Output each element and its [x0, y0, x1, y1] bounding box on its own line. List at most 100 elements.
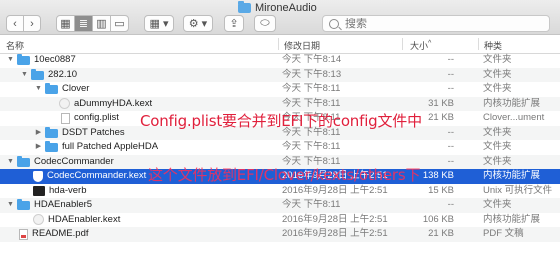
file-row[interactable]: hda-verb 2016年9月28日 上午2:51 15 KB Unix 可执…	[0, 184, 560, 199]
file-size: 138 KB	[422, 170, 454, 181]
kext-icon	[33, 170, 43, 182]
column-date-header[interactable]: 修改日期	[284, 39, 320, 52]
file-size: --	[447, 155, 454, 167]
column-size-header[interactable]: 大小	[410, 39, 428, 52]
file-kind: 文件夹	[483, 199, 512, 210]
tag-icon: ⬭	[260, 17, 270, 29]
column-divider	[278, 38, 279, 50]
file-name: full Patched AppleHDA	[62, 141, 159, 152]
tags-button[interactable]: ⬭	[254, 15, 276, 32]
file-size: --	[447, 68, 454, 80]
disclosure-closed-icon[interactable]: ▶	[34, 143, 43, 152]
file-size: --	[447, 126, 454, 138]
file-kind: 文件夹	[483, 155, 512, 167]
folder-icon	[238, 1, 251, 13]
file-date: 今天 下午8:11	[282, 199, 341, 210]
file-row[interactable]: ▼ CodecCommander 今天 下午8:11 -- 文件夹	[0, 154, 560, 169]
file-name: Clover	[62, 83, 90, 94]
kext-icon	[33, 214, 44, 226]
file-kind: Unix 可执行文件	[483, 184, 553, 196]
list-view-button[interactable]: ≣	[74, 15, 93, 32]
disclosure-open-icon[interactable]: ▼	[6, 201, 15, 210]
file-kind: 内核功能扩展	[483, 170, 541, 181]
file-row[interactable]: ▶ DSDT Patches 今天 下午8:11 -- 文件夹	[0, 125, 560, 140]
file-row[interactable]: ▼ 10ec0887 今天 下午8:14 -- 文件夹	[0, 53, 560, 68]
file-date: 今天 下午8:11	[282, 126, 341, 138]
icon-view-button[interactable]: ▦	[56, 15, 75, 32]
file-row[interactable]: config.plist 今天 下午8:11 21 KB Clover...um…	[0, 111, 560, 126]
file-date: 今天 下午8:11	[282, 112, 341, 123]
search-input[interactable]	[345, 17, 535, 30]
gallery-icon: ▭	[114, 18, 125, 30]
gear-icon: ⚙ ▾	[188, 18, 208, 30]
file-date: 今天 下午8:14	[282, 54, 342, 65]
file-date: 2016年9月28日 上午2:51	[282, 184, 388, 196]
disclosure-open-icon[interactable]: ▼	[20, 70, 29, 79]
folder-icon	[17, 155, 30, 167]
file-row[interactable]: HDAEnabler.kext 2016年9月28日 上午2:51 106 KB…	[0, 213, 560, 228]
file-name: 282.10	[48, 68, 78, 80]
columns-icon: ▥	[96, 18, 107, 30]
forward-button[interactable]: ›	[23, 15, 41, 32]
column-divider	[478, 38, 479, 50]
chevron-left-icon: ‹	[13, 17, 17, 30]
file-name: DSDT Patches	[62, 126, 125, 138]
file-row[interactable]: ▼ HDAEnabler5 今天 下午8:11 -- 文件夹	[0, 198, 560, 213]
file-row[interactable]: ▼ Clover 今天 下午8:11 -- 文件夹	[0, 82, 560, 97]
search-field[interactable]	[322, 15, 550, 32]
file-size: --	[447, 199, 454, 210]
file-date: 今天 下午8:11	[282, 141, 341, 152]
file-date: 2016年9月28日 上午2:51	[282, 170, 388, 181]
column-view-button[interactable]: ▥	[92, 15, 111, 32]
file-size: 15 KB	[428, 184, 454, 196]
grid-icon: ▦	[60, 18, 71, 30]
folder-icon	[45, 83, 58, 95]
disclosure-open-icon[interactable]: ▼	[34, 85, 43, 94]
file-date: 今天 下午8:11	[282, 83, 341, 94]
folder-icon	[17, 199, 30, 211]
file-size: --	[447, 141, 454, 152]
view-mode-buttons: ▦ ≣ ▥ ▭	[56, 15, 129, 32]
file-name: hda-verb	[49, 184, 87, 196]
file-kind: 文件夹	[483, 141, 512, 152]
document-icon	[61, 112, 70, 124]
file-kind: PDF 文稿	[483, 228, 524, 239]
disclosure-closed-icon[interactable]: ▶	[34, 128, 43, 137]
file-row-selected[interactable]: CodecCommander.kext 2016年9月28日 上午2:51 13…	[0, 169, 560, 184]
file-date: 2016年9月28日 上午2:51	[282, 213, 388, 225]
file-name: aDummyHDA.kext	[74, 97, 153, 109]
file-row[interactable]: aDummyHDA.kext 今天 下午8:11 31 KB 内核功能扩展	[0, 96, 560, 111]
list-icon: ≣	[78, 18, 89, 30]
file-size: --	[447, 54, 454, 65]
action-button[interactable]: ⚙ ▾	[183, 15, 213, 32]
disclosure-open-icon[interactable]: ▼	[6, 157, 15, 166]
file-name: CodecCommander	[34, 155, 114, 167]
share-button[interactable]: ⇪	[224, 15, 244, 32]
file-name: config.plist	[74, 112, 119, 123]
file-kind: 文件夹	[483, 83, 512, 94]
finder-window: MironeAudio ‹ › ▦ ≣ ▥ ▭ ▦ ▾ ⚙ ▾ ⇪ ⬭ 名称 修…	[0, 0, 560, 266]
chevron-right-icon: ›	[30, 17, 34, 30]
arrange-button[interactable]: ▦ ▾	[144, 15, 174, 32]
file-row[interactable]: ▼ 282.10 今天 下午8:13 -- 文件夹	[0, 67, 560, 82]
file-kind: 内核功能扩展	[483, 97, 541, 109]
file-kind: 文件夹	[483, 54, 512, 65]
gallery-view-button[interactable]: ▭	[110, 15, 129, 32]
file-date: 今天 下午8:13	[282, 68, 342, 80]
nav-buttons: ‹ ›	[6, 15, 41, 32]
file-row[interactable]: ▶ full Patched AppleHDA 今天 下午8:11 -- 文件夹	[0, 140, 560, 155]
search-icon	[329, 18, 339, 29]
file-name: HDAEnabler5	[34, 199, 93, 210]
file-row[interactable]: README.pdf 2016年9月28日 上午2:51 21 KB PDF 文…	[0, 227, 560, 242]
share-icon: ⇪	[229, 18, 239, 30]
column-name-header[interactable]: 名称	[6, 39, 24, 52]
file-date: 今天 下午8:11	[282, 155, 341, 167]
file-list: ▼ 10ec0887 今天 下午8:14 -- 文件夹 ▼ 282.10 今天 下午…	[0, 53, 560, 242]
file-kind: Clover...ument	[483, 112, 545, 123]
file-name: CodecCommander.kext	[47, 170, 147, 181]
disclosure-open-icon[interactable]: ▼	[6, 56, 15, 65]
window-title: MironeAudio	[238, 1, 317, 15]
file-name: HDAEnabler.kext	[48, 213, 121, 225]
back-button[interactable]: ‹	[6, 15, 24, 32]
column-kind-header[interactable]: 种类	[484, 39, 502, 52]
